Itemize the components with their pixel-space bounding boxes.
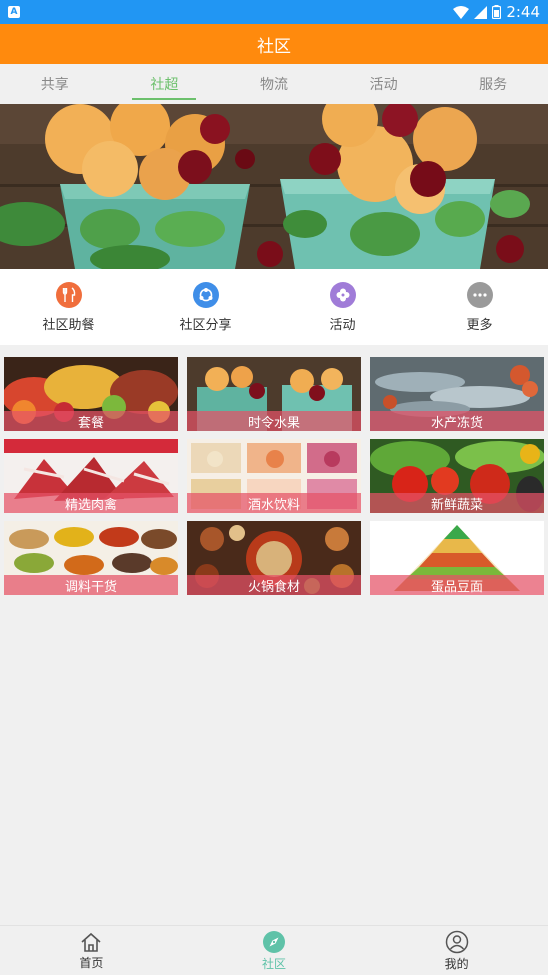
home-icon <box>81 932 101 952</box>
quick-menu-dining[interactable]: 社区助餐 <box>0 269 137 345</box>
category-set-meal[interactable]: 套餐 <box>4 357 178 431</box>
nav-community-label: 社区 <box>262 956 287 971</box>
category-set-meal-label: 套餐 <box>4 411 178 431</box>
status-time: 2:44 <box>506 3 540 21</box>
category-seasonings-label: 调料干货 <box>4 575 178 595</box>
quick-menu-activities-label: 活动 <box>329 317 356 333</box>
category-seasonings[interactable]: 调料干货 <box>4 521 178 595</box>
title-bar: 社区 <box>0 24 548 64</box>
signal-icon <box>474 5 488 19</box>
nav-mine-label: 我的 <box>444 956 469 971</box>
category-seasonal-fruit-label: 时令水果 <box>187 411 361 431</box>
share-icon <box>192 281 219 308</box>
nav-home-label: 首页 <box>79 955 104 970</box>
nav-community[interactable]: 社区 <box>183 926 366 975</box>
quick-menu-share[interactable]: 社区分享 <box>137 269 274 345</box>
tab-activities[interactable]: 活动 <box>329 64 439 104</box>
category-meat-poultry[interactable]: 精选肉禽 <box>4 439 178 513</box>
category-seafood-frozen[interactable]: 水产冻货 <box>370 357 544 431</box>
category-fresh-vegetables[interactable]: 新鲜蔬菜 <box>370 439 544 513</box>
category-eggs-tofu-noodles-label: 蛋品豆面 <box>370 575 544 595</box>
battery-icon <box>492 5 502 19</box>
fork-knife-icon <box>55 281 82 308</box>
nav-home[interactable]: 首页 <box>0 926 183 975</box>
tab-services[interactable]: 服务 <box>438 64 548 104</box>
quick-menu-dining-label: 社区助餐 <box>42 317 95 333</box>
category-fresh-vegetables-label: 新鲜蔬菜 <box>370 493 544 513</box>
notification-icon: A <box>8 6 20 18</box>
quick-menu-activities[interactable]: 活动 <box>274 269 411 345</box>
tab-supermarket[interactable]: 社超 <box>110 64 220 104</box>
user-icon <box>445 930 468 953</box>
clover-icon <box>329 281 356 308</box>
compass-icon <box>263 930 285 953</box>
fruit-basket-illustration <box>0 104 548 269</box>
nav-mine[interactable]: 我的 <box>365 926 548 975</box>
quick-menu: 社区助餐 社区分享 活动 更多 <box>0 269 548 345</box>
page-title: 社区 <box>257 36 291 57</box>
tab-share[interactable]: 共享 <box>0 64 110 104</box>
more-dots-icon <box>466 281 493 308</box>
tab-logistics[interactable]: 物流 <box>219 64 329 104</box>
quick-menu-more[interactable]: 更多 <box>411 269 548 345</box>
status-bar: A 2:44 <box>0 0 548 24</box>
quick-menu-share-label: 社区分享 <box>179 317 232 333</box>
tab-bar: 共享 社超 物流 活动 服务 <box>0 64 548 104</box>
category-grid: 套餐 时令水果 水产冻货 精选肉禽 酒水饮料 新鲜蔬菜 调料干货 火锅食材 蛋品… <box>4 357 544 595</box>
category-seafood-frozen-label: 水产冻货 <box>370 411 544 431</box>
category-hotpot-label: 火锅食材 <box>187 575 361 595</box>
category-drinks-label: 酒水饮料 <box>187 493 361 513</box>
category-seasonal-fruit[interactable]: 时令水果 <box>187 357 361 431</box>
banner-image[interactable] <box>0 104 548 269</box>
category-eggs-tofu-noodles[interactable]: 蛋品豆面 <box>370 521 544 595</box>
category-meat-poultry-label: 精选肉禽 <box>4 493 178 513</box>
category-drinks[interactable]: 酒水饮料 <box>187 439 361 513</box>
category-hotpot[interactable]: 火锅食材 <box>187 521 361 595</box>
quick-menu-more-label: 更多 <box>466 317 493 333</box>
bottom-nav: 首页 社区 我的 <box>0 925 548 975</box>
wifi-icon <box>453 5 470 19</box>
